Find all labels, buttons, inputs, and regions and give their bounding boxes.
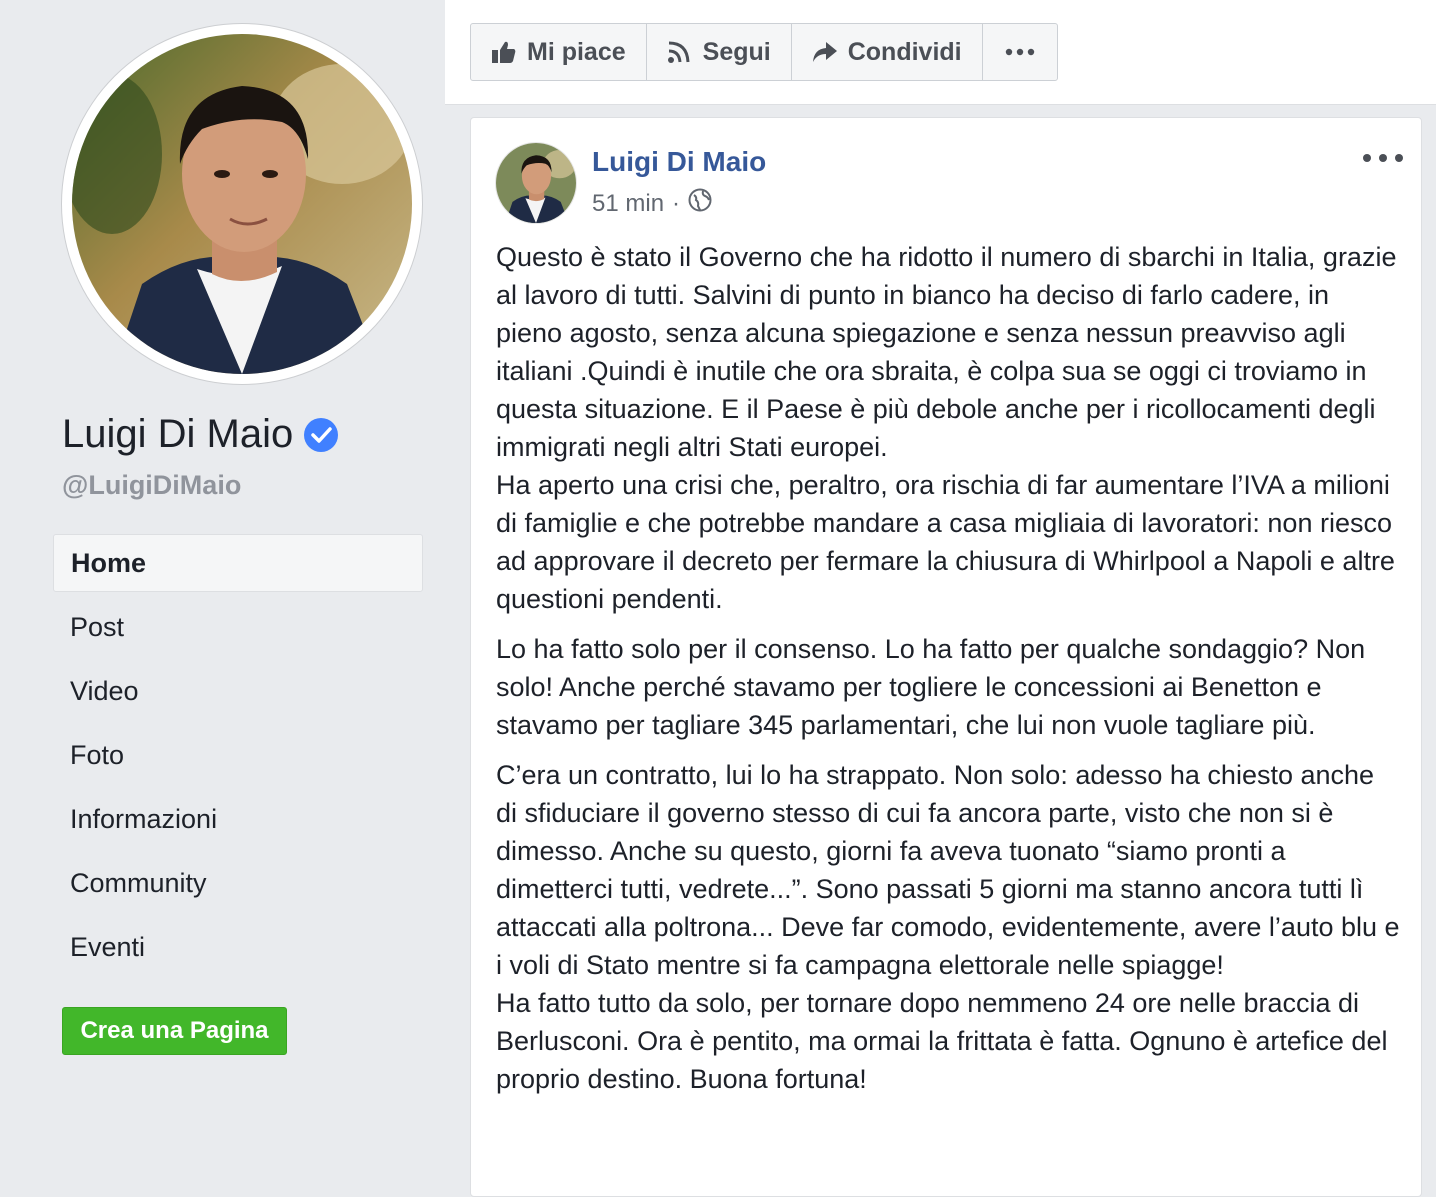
page-action-bar: Mi piace Segui Condividi bbox=[445, 0, 1436, 105]
post-paragraph: Questo è stato il Governo che ha ridotto… bbox=[496, 242, 1397, 462]
post-author-avatar[interactable] bbox=[496, 143, 576, 223]
profile-picture[interactable] bbox=[72, 34, 412, 374]
thumbs-up-icon bbox=[491, 40, 517, 64]
more-actions-button[interactable] bbox=[983, 24, 1057, 80]
sidebar-item-label: Eventi bbox=[70, 931, 146, 962]
like-label: Mi piace bbox=[527, 37, 626, 66]
page-handle[interactable]: @LuigiDiMaio bbox=[62, 470, 241, 501]
sidebar-item-foto[interactable]: Foto bbox=[53, 726, 423, 784]
post-author-name[interactable]: Luigi Di Maio bbox=[592, 146, 766, 178]
dot bbox=[1395, 154, 1403, 162]
sidebar-item-eventi[interactable]: Eventi bbox=[53, 918, 423, 976]
create-page-button[interactable]: Crea una Pagina bbox=[62, 1007, 287, 1055]
sidebar-item-home[interactable]: Home bbox=[53, 534, 423, 592]
post-paragraph: C’era un contratto, lui lo ha strappato.… bbox=[496, 760, 1400, 980]
share-arrow-icon bbox=[812, 40, 838, 64]
share-button[interactable]: Condividi bbox=[792, 24, 983, 80]
page-title[interactable]: Luigi Di Maio bbox=[62, 412, 339, 457]
sidebar-item-label: Video bbox=[70, 675, 139, 706]
page-actions: Mi piace Segui Condividi bbox=[470, 23, 1058, 81]
post-meta: 51 min · bbox=[592, 188, 712, 219]
sidebar-item-video[interactable]: Video bbox=[53, 662, 423, 720]
sidebar-item-label: Foto bbox=[70, 739, 125, 770]
post-text: Questo è stato il Governo che ha ridotto… bbox=[496, 238, 1401, 1110]
post-timestamp[interactable]: 51 min bbox=[592, 190, 664, 218]
post-paragraph: Lo ha fatto solo per il consenso. Lo ha … bbox=[496, 634, 1366, 740]
post-card: Luigi Di Maio 51 min · Questo è stato il… bbox=[470, 117, 1422, 1197]
post-paragraph: Ha fatto tutto da solo, per tornare dopo… bbox=[496, 988, 1388, 1094]
sidebar-item-label: Community bbox=[70, 867, 207, 898]
dot bbox=[1363, 154, 1371, 162]
page-name-text: Luigi Di Maio bbox=[62, 412, 294, 456]
sidebar-item-community[interactable]: Community bbox=[53, 854, 423, 912]
globe-icon[interactable] bbox=[688, 188, 712, 219]
meta-separator: · bbox=[672, 189, 681, 217]
sidebar-item-post[interactable]: Post bbox=[53, 598, 423, 656]
follow-label: Segui bbox=[702, 37, 771, 66]
dot bbox=[1379, 154, 1387, 162]
sidebar-item-label: Post bbox=[70, 611, 125, 642]
post-paragraph: Ha aperto una crisi che, peraltro, ora r… bbox=[496, 470, 1395, 614]
sidebar-item-label: Informazioni bbox=[70, 803, 218, 834]
more-horizontal-icon bbox=[1005, 48, 1035, 56]
sidebar-item-informazioni[interactable]: Informazioni bbox=[53, 790, 423, 848]
rss-follow-icon bbox=[667, 40, 693, 64]
sidebar-item-label: Home bbox=[71, 547, 147, 578]
page-sidebar: Luigi Di Maio @LuigiDiMaio Home Post Vid… bbox=[0, 0, 445, 1183]
post-options-button[interactable] bbox=[1363, 146, 1403, 170]
follow-button[interactable]: Segui bbox=[647, 24, 792, 80]
main-content: Mi piace Segui Condividi Luigi Di Maio 5… bbox=[445, 0, 1436, 1197]
like-button[interactable]: Mi piace bbox=[471, 24, 647, 80]
verified-badge-icon bbox=[303, 417, 339, 453]
share-label: Condividi bbox=[847, 37, 962, 66]
